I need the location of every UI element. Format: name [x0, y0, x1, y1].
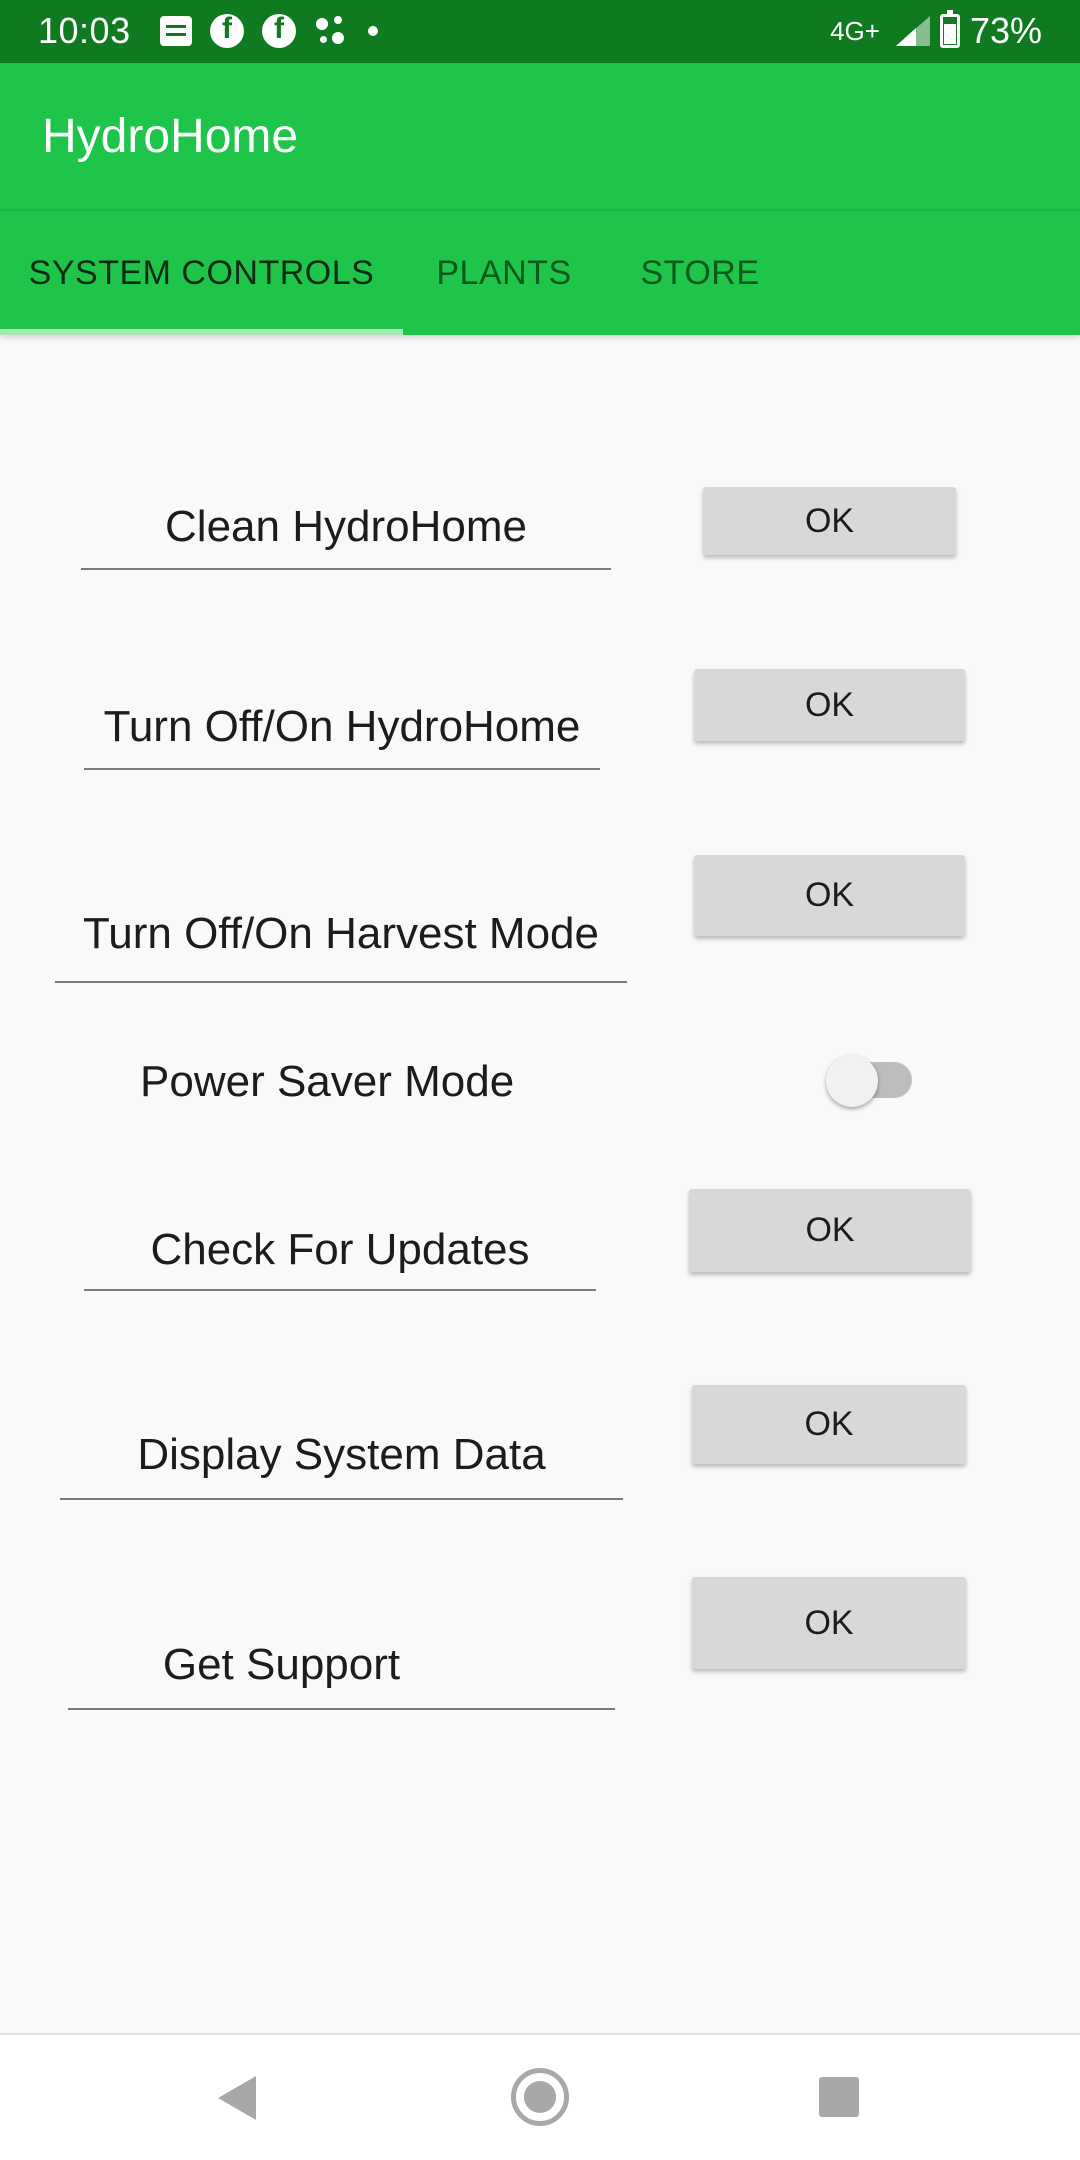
power-saver-switch[interactable] [826, 1055, 878, 1107]
tab-system-controls[interactable]: SYSTEM CONTROLS [0, 211, 403, 335]
status-bar: 10:03 4G+ 73% [0, 0, 1080, 63]
clean-hydrohome-ok-button[interactable]: OK [703, 487, 956, 555]
turn-off-on-hydrohome-label: Turn Off/On HydroHome [84, 702, 600, 770]
home-icon[interactable] [511, 2068, 569, 2126]
network-type: 4G+ [830, 15, 880, 46]
recents-icon[interactable] [819, 2077, 859, 2117]
display-system-data-label: Display System Data [60, 1430, 623, 1500]
app-title: HydroHome [42, 110, 299, 163]
display-system-data-ok-button[interactable]: OK [692, 1385, 966, 1464]
signal-icon [890, 14, 930, 48]
clean-hydrohome-label: Clean HydroHome [81, 502, 611, 570]
check-for-updates-ok-button[interactable]: OK [689, 1189, 971, 1272]
facebook-icon [210, 12, 244, 48]
notification-dot-icon [368, 26, 378, 36]
power-saver-mode-label: Power Saver Mode [140, 1057, 515, 1106]
facebook-icon [262, 12, 296, 48]
turn-off-on-harvest-mode-label: Turn Off/On Harvest Mode [55, 909, 627, 983]
turn-off-on-harvest-mode-ok-button[interactable]: OK [694, 855, 965, 936]
tab-indicator [0, 329, 403, 335]
tab-plants[interactable]: PLANTS [403, 211, 605, 335]
status-notification-icons [160, 12, 378, 48]
status-system-icons: 4G+ 73% [830, 10, 1042, 52]
tab-store[interactable]: STORE [605, 211, 795, 335]
app-bar: HydroHome [0, 63, 1080, 211]
message-icon [160, 16, 192, 46]
assistant-dots-icon [314, 14, 350, 48]
battery-icon [939, 10, 960, 48]
battery-percent: 73% [969, 10, 1042, 51]
get-support-ok-button[interactable]: OK [692, 1577, 966, 1669]
turn-off-on-hydrohome-ok-button[interactable]: OK [694, 669, 965, 741]
check-for-updates-label: Check For Updates [84, 1225, 596, 1291]
tab-bar: SYSTEM CONTROLS PLANTS STORE [0, 211, 1080, 335]
status-time: 10:03 [38, 10, 131, 51]
back-icon[interactable] [218, 2076, 256, 2120]
get-support-label: Get Support [68, 1640, 615, 1710]
